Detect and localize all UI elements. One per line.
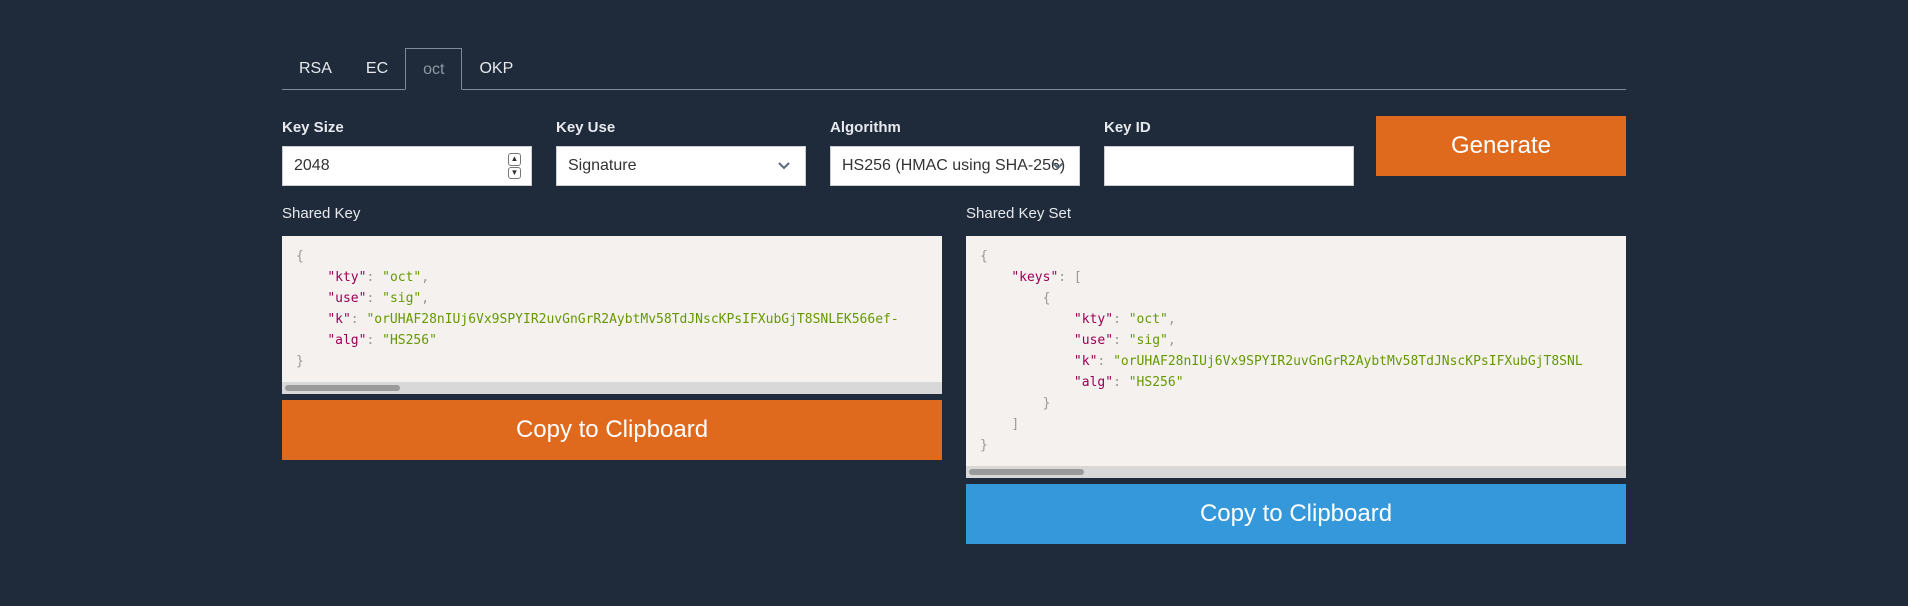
stepper-down-icon[interactable]: ▼ — [508, 166, 521, 179]
algorithm-value: HS256 (HMAC using SHA-256) — [842, 157, 1066, 174]
algorithm-field: Algorithm HS256 (HMAC using SHA-256) — [830, 118, 1080, 186]
chevron-down-icon — [1052, 162, 1064, 170]
shared-key-scrollbar[interactable] — [282, 382, 942, 394]
key-type-tabs: RSA EC oct OKP — [282, 48, 1626, 90]
key-use-select[interactable]: Signature — [556, 146, 806, 186]
stepper-up-icon[interactable]: ▲ — [508, 153, 521, 166]
tab-rsa[interactable]: RSA — [282, 49, 349, 89]
jwk-generator: RSA EC oct OKP Key Size 2048 ▲ ▼ Key Use… — [282, 48, 1626, 580]
key-size-label: Key Size — [282, 119, 344, 136]
key-id-input[interactable] — [1104, 146, 1354, 186]
algorithm-select[interactable]: HS256 (HMAC using SHA-256) — [830, 146, 1080, 186]
key-size-field: Key Size 2048 ▲ ▼ — [282, 118, 532, 186]
shared-key-set-panel: Shared Key Set { "keys": [ { "kty": "oct… — [966, 200, 1626, 544]
copy-shared-key-button[interactable]: Copy to Clipboard — [282, 400, 942, 460]
chevron-down-icon — [778, 162, 790, 170]
options-form: Key Size 2048 ▲ ▼ Key Use Signature Algo… — [282, 90, 1626, 200]
shared-key-title: Shared Key — [282, 205, 361, 222]
scroll-thumb[interactable] — [969, 469, 1084, 475]
key-use-value: Signature — [568, 157, 637, 174]
shared-key-set-title: Shared Key Set — [966, 205, 1072, 222]
key-id-field: Key ID — [1104, 118, 1354, 186]
shared-key-code: { "kty": "oct", "use": "sig", "k": "orUH… — [296, 249, 899, 369]
key-use-label: Key Use — [556, 119, 616, 136]
tab-ec[interactable]: EC — [349, 49, 405, 89]
key-size-value: 2048 — [294, 157, 330, 174]
tab-oct[interactable]: oct — [405, 48, 463, 90]
shared-key-set-code: { "keys": [ { "kty": "oct", "use": "sig"… — [980, 249, 1583, 453]
scroll-thumb[interactable] — [285, 385, 400, 391]
algorithm-label: Algorithm — [830, 119, 901, 136]
output-panels: Shared Key { "kty": "oct", "use": "sig",… — [282, 200, 1626, 580]
shared-key-set-scrollbar[interactable] — [966, 466, 1626, 478]
shared-key-panel: Shared Key { "kty": "oct", "use": "sig",… — [282, 200, 942, 460]
shared-key-code-box[interactable]: { "kty": "oct", "use": "sig", "k": "orUH… — [282, 236, 942, 394]
key-size-input[interactable]: 2048 ▲ ▼ — [282, 146, 532, 186]
generate-button[interactable]: Generate — [1376, 116, 1626, 176]
copy-shared-key-set-button[interactable]: Copy to Clipboard — [966, 484, 1626, 544]
tab-okp[interactable]: OKP — [462, 49, 530, 89]
key-use-field: Key Use Signature — [556, 118, 806, 186]
key-id-label: Key ID — [1104, 119, 1151, 136]
key-size-stepper[interactable]: ▲ ▼ — [508, 153, 521, 179]
shared-key-set-code-box[interactable]: { "keys": [ { "kty": "oct", "use": "sig"… — [966, 236, 1626, 478]
